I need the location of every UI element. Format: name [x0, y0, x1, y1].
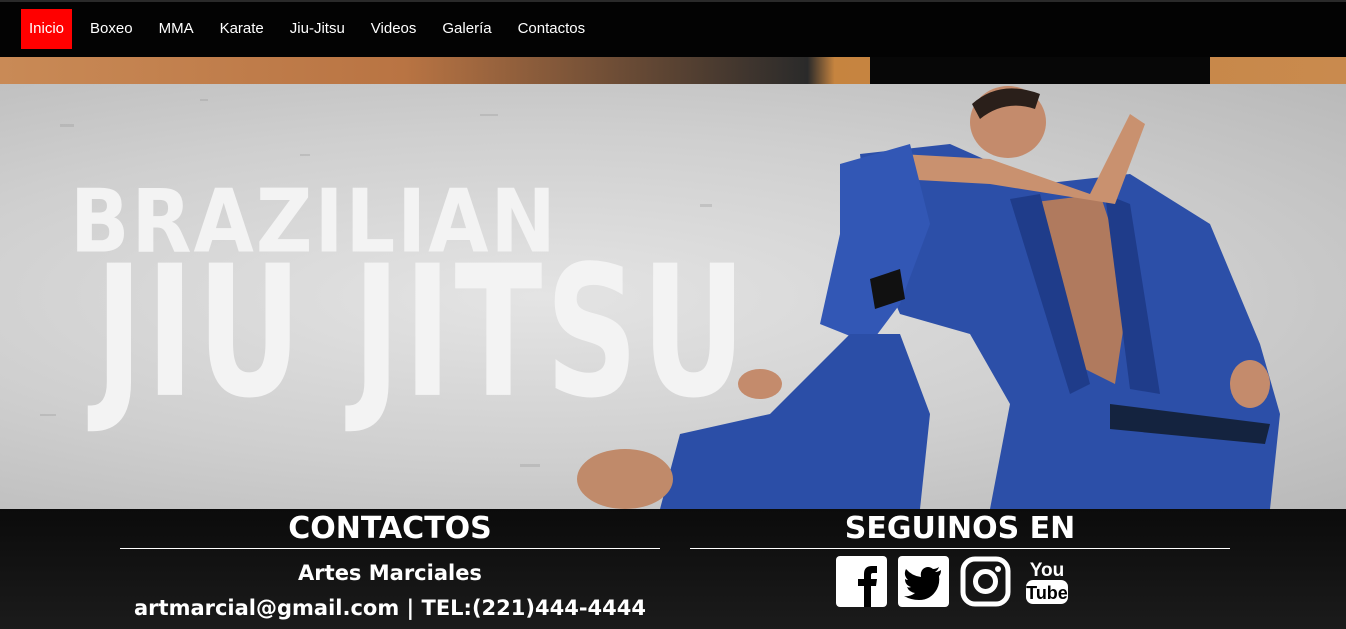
- svg-text:Tube: Tube: [1026, 583, 1068, 603]
- nav-item-mma[interactable]: MMA: [151, 9, 202, 49]
- social-icons: You Tube: [836, 556, 1084, 607]
- instagram-icon[interactable]: [960, 556, 1011, 607]
- contact-section: CONTACTOS Artes Marciales artmarcial@gma…: [120, 509, 660, 620]
- twitter-icon[interactable]: [898, 556, 949, 607]
- nav-item-inicio[interactable]: Inicio: [21, 9, 73, 49]
- facebook-icon[interactable]: [836, 556, 887, 607]
- hero-banner: BRAZILIAN JIU JITSU: [0, 84, 1346, 509]
- company-name: Artes Marciales: [298, 561, 482, 585]
- svg-text:You: You: [1030, 560, 1064, 581]
- nav-item-videos[interactable]: Videos: [363, 9, 425, 49]
- previous-slide-strip: [0, 57, 1346, 84]
- social-section: SEGUINOS EN You Tube: [690, 509, 1230, 607]
- nav-item-galeria[interactable]: Galería: [434, 9, 499, 49]
- nav-menu: Inicio Boxeo MMA Karate Jiu-Jitsu Videos…: [21, 9, 603, 49]
- nav-item-contactos[interactable]: Contactos: [510, 9, 594, 49]
- contact-title: CONTACTOS: [120, 509, 660, 549]
- nav-item-jiu-jitsu[interactable]: Jiu-Jitsu: [282, 9, 353, 49]
- contact-info: artmarcial@gmail.com | TEL:(221)444-4444: [134, 596, 646, 620]
- nav-item-karate[interactable]: Karate: [212, 9, 272, 49]
- social-title: SEGUINOS EN: [690, 509, 1230, 549]
- nav-item-boxeo[interactable]: Boxeo: [82, 9, 141, 49]
- fighters-image: [577, 86, 1280, 509]
- youtube-icon[interactable]: You Tube: [1022, 556, 1073, 607]
- top-navbar: Inicio Boxeo MMA Karate Jiu-Jitsu Videos…: [0, 0, 1346, 57]
- footer: CONTACTOS Artes Marciales artmarcial@gma…: [0, 509, 1346, 629]
